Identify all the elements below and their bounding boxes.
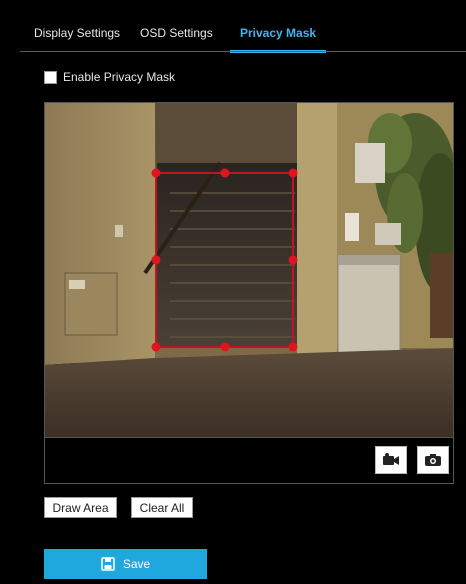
mask-handle[interactable]: [151, 255, 161, 265]
cabinet: [337, 254, 401, 354]
video-control-bar: [44, 438, 454, 484]
mask-handle[interactable]: [288, 168, 298, 178]
wall-sign: [69, 280, 85, 289]
mask-handle[interactable]: [151, 342, 161, 352]
tab-display-settings[interactable]: Display Settings: [34, 26, 120, 40]
tab-divider: [20, 51, 466, 52]
video-preview[interactable]: [44, 102, 454, 438]
checkbox-box[interactable]: [44, 70, 57, 84]
tab-bar: Display Settings OSD Settings Privacy Ma…: [20, 10, 466, 54]
camera-snapshot-icon: [425, 454, 441, 466]
mask-handle[interactable]: [220, 342, 230, 352]
snapshot-button[interactable]: [417, 446, 449, 474]
light-switch: [115, 225, 123, 237]
pillar: [297, 103, 337, 355]
mask-handle[interactable]: [288, 255, 298, 265]
tab-privacy-mask[interactable]: Privacy Mask: [230, 26, 327, 53]
save-button[interactable]: Save: [44, 549, 207, 579]
video-record-icon: [383, 453, 399, 465]
mask-handle[interactable]: [151, 168, 161, 178]
frame: [355, 143, 385, 183]
floor: [45, 348, 453, 437]
clear-all-button[interactable]: Clear All: [131, 497, 193, 518]
save-icon: [101, 557, 115, 571]
record-button[interactable]: [375, 446, 407, 474]
mask-handle[interactable]: [220, 168, 230, 178]
camera-scene: [45, 103, 453, 437]
staircase: [157, 163, 297, 348]
enable-privacy-mask-checkbox[interactable]: Enable Privacy Mask: [44, 70, 175, 84]
enable-privacy-mask-label: Enable Privacy Mask: [63, 70, 176, 84]
draw-area-button[interactable]: Draw Area: [44, 497, 117, 518]
tab-osd-settings[interactable]: OSD Settings: [140, 26, 213, 40]
mask-handle[interactable]: [288, 342, 298, 352]
